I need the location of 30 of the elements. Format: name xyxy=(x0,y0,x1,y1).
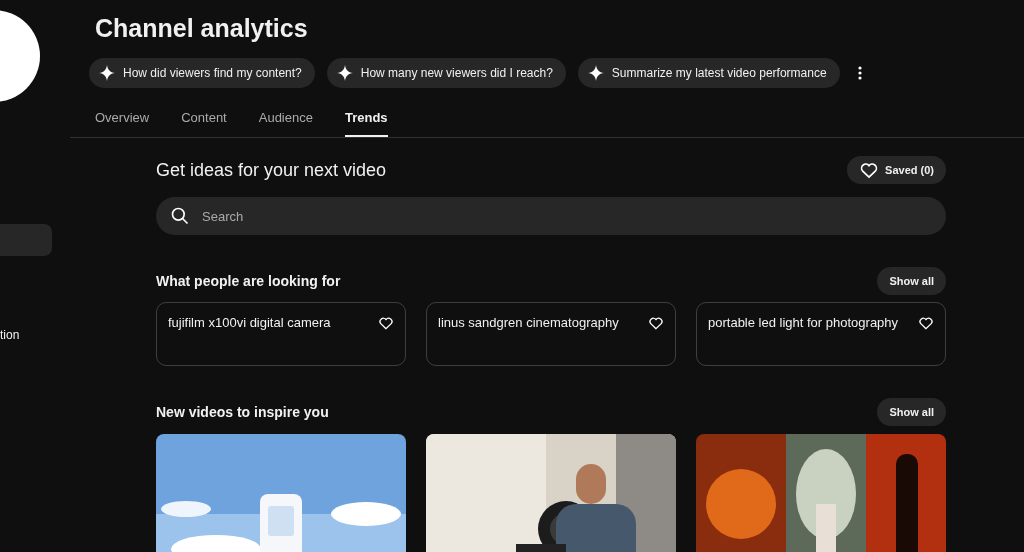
search-card[interactable]: portable led light for photography xyxy=(696,302,946,366)
heart-icon[interactable] xyxy=(648,315,664,331)
sparkle-icon xyxy=(336,65,353,81)
sparkle-icon xyxy=(99,65,115,81)
suggestion-chip[interactable]: Summarize my latest video performance xyxy=(577,58,840,88)
section-title: What people are looking for xyxy=(156,273,341,289)
tab[interactable]: Overview xyxy=(95,110,150,137)
tab[interactable]: Content xyxy=(181,110,227,137)
search-icon xyxy=(170,206,190,226)
section-title: New videos to inspire you xyxy=(156,404,329,420)
heart-icon xyxy=(859,160,880,180)
heart-icon[interactable] xyxy=(918,315,934,331)
heart-icon[interactable] xyxy=(378,315,394,331)
sparkle-icon xyxy=(587,65,604,81)
search-field[interactable]: Search xyxy=(156,197,946,235)
show-all-button[interactable]: Show all xyxy=(877,398,946,426)
search-card[interactable]: linus sandgren cinematography xyxy=(426,302,676,366)
search-term: fujifilm x100vi digital camera xyxy=(168,315,331,330)
search-term: portable led light for photography xyxy=(708,315,899,330)
suggestion-chip[interactable]: How many new viewers did I reach? xyxy=(326,58,566,88)
search-card[interactable]: fujifilm x100vi digital camera xyxy=(156,302,406,366)
saved-button[interactable]: Saved (0) xyxy=(847,156,946,184)
section-title: Get ideas for your next video xyxy=(156,159,387,181)
page-title: Channel analytics xyxy=(95,13,309,44)
search-term: linus sandgren cinematography xyxy=(438,315,619,330)
tab[interactable]: Trends xyxy=(344,110,388,137)
sidebar-item[interactable]: tion xyxy=(0,328,70,346)
show-all-button[interactable]: Show all xyxy=(877,267,946,295)
suggestion-chip[interactable]: How did viewers find my content? xyxy=(89,58,315,88)
tab[interactable]: Audience xyxy=(258,110,313,137)
